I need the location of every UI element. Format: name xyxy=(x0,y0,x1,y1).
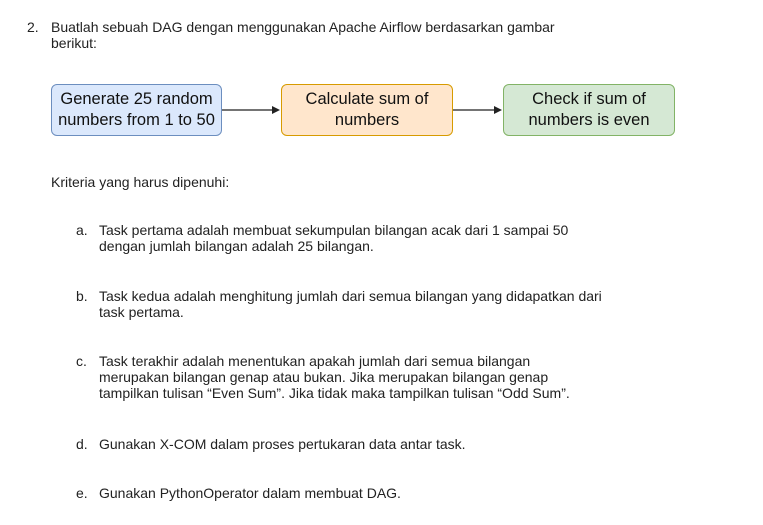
criteria-item-text: Gunakan PythonOperator dalam membuat DAG… xyxy=(99,485,669,501)
criteria-item-line: tampilkan tulisan “Even Sum”. Jika tidak… xyxy=(99,385,570,401)
criteria-item-text: Gunakan X-COM dalam proses pertukaran da… xyxy=(99,436,669,452)
node-check-sum-even: Check if sum of numbers is even xyxy=(503,84,675,136)
node-calculate-sum: Calculate sum of numbers xyxy=(281,84,453,136)
criteria-item-line: Task pertama adalah membuat sekumpulan b… xyxy=(99,222,569,238)
arrow-connector xyxy=(222,106,280,114)
list-marker: c. xyxy=(76,353,87,369)
node-generate-random-numbers: Generate 25 random numbers from 1 to 50 xyxy=(51,84,222,136)
criteria-item-line: dengan jumlah bilangan adalah 25 bilanga… xyxy=(99,238,374,254)
criteria-item-line: merupakan bilangan genap atau bukan. Jik… xyxy=(99,369,549,385)
node-label-line: Calculate sum of xyxy=(305,90,429,108)
list-marker: a. xyxy=(76,222,88,238)
list-marker: b. xyxy=(76,288,88,304)
criteria-item-text: Task pertama adalah membuat sekumpulan b… xyxy=(99,222,669,254)
node-label-line: Generate 25 random xyxy=(60,90,213,108)
criteria-item-line: Gunakan X-COM dalam proses pertukaran da… xyxy=(99,436,466,452)
list-marker: d. xyxy=(76,436,88,452)
arrow-connector xyxy=(453,106,502,114)
node-label-line: numbers from 1 to 50 xyxy=(58,111,215,129)
node-label-line: numbers xyxy=(334,111,400,129)
criteria-item-line: Task terakhir adalah menentukan apakah j… xyxy=(99,353,531,369)
criteria-item-text: Task terakhir adalah menentukan apakah j… xyxy=(99,353,669,401)
criteria-title: Kriteria yang harus dipenuhi: xyxy=(51,174,230,190)
criteria-item-line: Task kedua adalah menghitung jumlah dari… xyxy=(99,288,602,304)
criteria-item-line: Gunakan PythonOperator dalam membuat DAG… xyxy=(99,485,401,501)
criteria-item-line: task pertama. xyxy=(99,304,184,320)
criteria-item-text: Task kedua adalah menghitung jumlah dari… xyxy=(99,288,669,320)
node-label-line: numbers is even xyxy=(528,111,650,129)
list-marker: e. xyxy=(76,485,88,501)
node-label-line: Check if sum of xyxy=(532,90,646,108)
